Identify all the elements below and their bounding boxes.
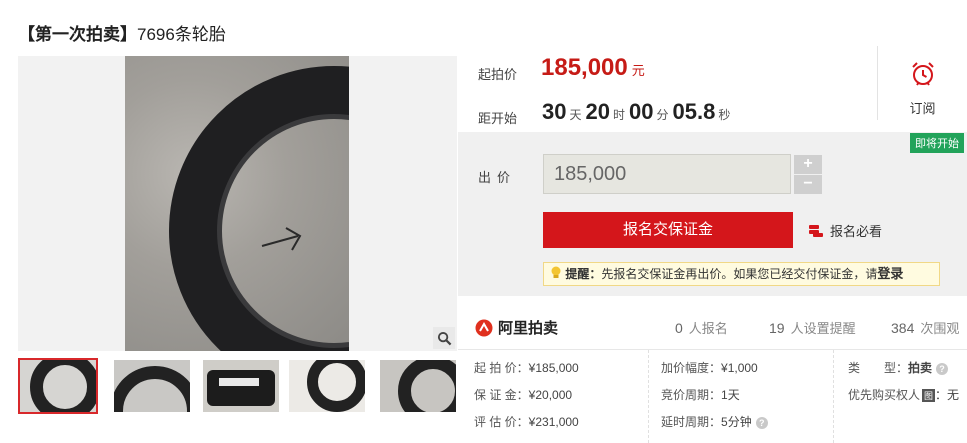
subscribe-button[interactable]: 订阅 [877,46,967,120]
price-panel: 起拍价 185,000 元 距开始 30 天 20 时 00 分 05.8 秒 订阅 [458,40,967,132]
stats-bar: 阿里拍卖 0 人报名 19 人设置提醒 384 次围观 [458,296,967,350]
bid-amount-input[interactable] [543,154,791,194]
type-help-icon[interactable]: ? [936,363,949,375]
countdown-timer: 30 天 20 时 00 分 05.8 秒 [542,99,731,124]
info-start-price: 起 拍 价：¥185,000 [474,361,579,375]
coins-icon [809,224,823,237]
must-read-link[interactable]: 报名必看 [808,221,882,240]
info-priority: 优先购买权人图：无 [848,388,960,402]
start-price-value: 185,000 元 [541,54,645,81]
view-count: 384 次围观 [891,320,960,336]
delay-help-icon[interactable]: ? [755,417,768,429]
signup-count: 0 人报名 [675,320,728,336]
bid-panel: 即将开始 出价 + − 报名交保证金 报名必看 提醒：先报名交保证金再出价。如果… [458,132,967,296]
info-bid-cycle: 竞价周期：1天 [661,388,740,402]
thumbnail-1[interactable] [18,358,98,414]
increase-bid-button[interactable]: + [794,155,822,174]
subscribe-label: 订阅 [909,101,936,116]
info-delay: 延时周期：5分钟? [661,413,768,430]
title-bracket: 【第一次拍卖】 [18,25,137,44]
page-title: 【第一次拍卖】7696条轮胎 [18,20,226,45]
info-increment: 加价幅度：¥1,000 [661,361,758,375]
countdown-label: 距开始 [478,111,518,126]
status-badge: 即将开始 [910,133,964,153]
must-read-label: 报名必看 [830,224,883,239]
tire-photo [125,56,349,351]
main-product-image[interactable] [18,56,457,351]
bid-label: 出价 [478,170,517,185]
thumbnail-2[interactable] [114,360,190,412]
zoom-icon[interactable] [433,327,455,349]
login-link[interactable]: 登录 [877,266,903,281]
title-item: 7696条轮胎 [137,25,226,44]
start-price-label: 起拍价 [478,67,518,82]
register-deposit-button[interactable]: 报名交保证金 [543,212,793,248]
thumbnail-strip [18,358,458,414]
thumbnail-4[interactable] [289,360,365,412]
auction-logo-icon [475,319,493,336]
priority-badge-icon: 图 [922,389,936,402]
info-appraisal: 评 估 价：¥231,000 [474,415,579,429]
thumbnail-3[interactable] [203,360,279,412]
auction-info: 起 拍 价：¥185,000 保 证 金：¥20,000 评 估 价：¥231,… [458,350,967,443]
alarm-clock-icon [912,62,934,86]
reminder-count: 19 人设置提醒 [769,320,856,336]
info-deposit: 保 证 金：¥20,000 [474,388,573,402]
thumbnail-5[interactable] [380,360,456,412]
info-type: 类 型：拍卖? [848,359,949,376]
decrease-bid-button[interactable]: − [794,175,822,194]
reminder-tip: 提醒：先报名交保证金再出价。如果您已经交付保证金，请登录 [543,262,940,286]
brand-logo: 阿里拍卖 [475,317,558,338]
chalk-mark [261,227,302,251]
lightbulb-icon [551,266,561,278]
